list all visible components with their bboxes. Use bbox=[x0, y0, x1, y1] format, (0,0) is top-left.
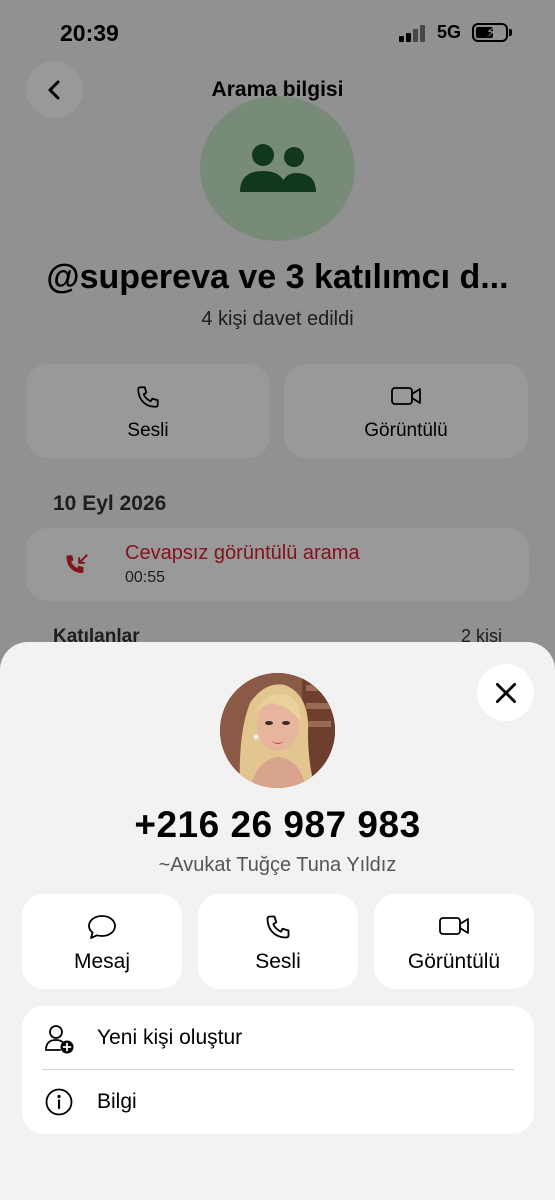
video-call-label: Görüntülü bbox=[407, 950, 501, 973]
voice-call-label: Sesli bbox=[255, 950, 301, 973]
message-icon bbox=[88, 915, 116, 939]
info-item[interactable]: Bilgi bbox=[22, 1070, 534, 1134]
contact-sheet: +216 26 987 983 ~Avukat Tuğçe Tuna Yıldı… bbox=[0, 642, 555, 1200]
phone-icon bbox=[266, 915, 290, 939]
avatar[interactable] bbox=[220, 673, 335, 788]
add-person-icon bbox=[45, 1025, 74, 1054]
create-contact-item[interactable]: Yeni kişi oluştur bbox=[22, 1006, 534, 1070]
create-contact-label: Yeni kişi oluştur bbox=[97, 1026, 243, 1049]
video-icon bbox=[439, 917, 469, 935]
contact-name: ~Avukat Tuğçe Tuna Yıldız bbox=[158, 854, 397, 876]
profile-photo-image bbox=[220, 673, 335, 788]
message-button[interactable]: Mesaj bbox=[22, 894, 182, 989]
close-button[interactable] bbox=[477, 664, 534, 721]
message-label: Mesaj bbox=[73, 950, 131, 973]
video-call-button[interactable]: Görüntülü bbox=[374, 894, 534, 989]
voice-call-button[interactable]: Sesli bbox=[198, 894, 358, 989]
contact-menu: Yeni kişi oluştur Bilgi bbox=[22, 1006, 534, 1134]
info-icon bbox=[45, 1088, 73, 1116]
close-icon bbox=[495, 682, 516, 703]
info-label: Bilgi bbox=[97, 1090, 137, 1113]
contact-phone: +216 26 987 983 bbox=[134, 804, 421, 845]
